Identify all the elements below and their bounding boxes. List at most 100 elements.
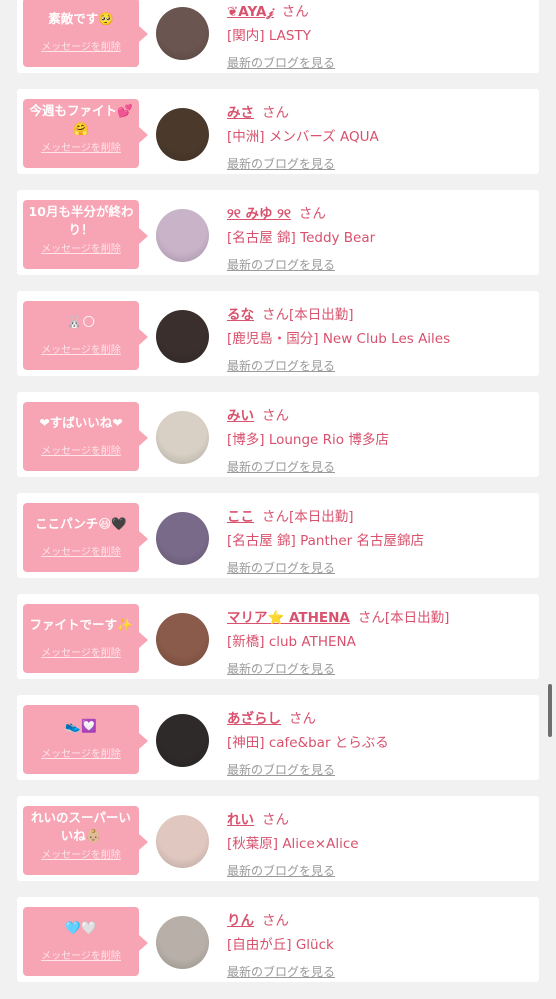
shop-name: [博多] Lounge Rio 博多店: [227, 432, 389, 448]
message-card: 👟💟 メッセージを削除 あざらし さん [神田] cafe&bar とらぶる最新のブログ…: [17, 695, 539, 780]
honorific: さん: [262, 509, 289, 525]
avatar[interactable]: [156, 209, 209, 262]
delete-message-link[interactable]: メッセージを削除: [23, 745, 139, 760]
shop-name: [中洲] メンバーズ AQUA: [227, 129, 379, 145]
honorific: さん: [262, 913, 289, 929]
latest-blog-link[interactable]: 最新のブログを見る: [227, 963, 532, 980]
message-card: れいのスーパーいいね👶🏼 メッセージを削除 れい さん [秋葉原] Alice×Alic…: [17, 796, 539, 881]
work-status: [本日出勤]: [289, 509, 354, 525]
message-text: 10月も半分が終わり！: [28, 203, 134, 237]
message-card: ❤すばいいね❤ メッセージを削除 みい さん [博多] Lounge Rio 博多店最新…: [17, 392, 539, 477]
message-bubble: ❤すばいいね❤ メッセージを削除: [23, 402, 148, 471]
latest-blog-link[interactable]: 最新のブログを見る: [227, 155, 532, 172]
message-bubble: ファイトでーす✨ メッセージを削除: [23, 604, 148, 673]
profile-name-link[interactable]: ୨୧ みゆ ୨୧: [227, 206, 291, 222]
work-status: [本日出勤]: [289, 307, 354, 323]
shop-name: [鹿児島・国分] New Club Les Ailes: [227, 331, 451, 347]
profile-info: あざらし さん [神田] cafe&bar とらぶる最新のブログを見る: [227, 707, 532, 778]
message-text: ❤すばいいね❤: [39, 414, 123, 430]
avatar[interactable]: [156, 411, 209, 464]
latest-blog-link[interactable]: 最新のブログを見る: [227, 54, 532, 71]
profile-name-link[interactable]: りん: [227, 913, 254, 929]
profile-info: みさ さん [中洲] メンバーズ AQUA 最新のブログを見る: [227, 101, 532, 172]
message-list: 素敵です🥺 メッセージを削除 ❦AYA𝒿 さん [関内] LASTY 最新のブログを見る今…: [0, 0, 556, 998]
latest-blog-link[interactable]: 最新のブログを見る: [227, 862, 532, 879]
message-text: 👟💟: [65, 717, 97, 733]
message-text: ここパンチ😆🖤: [35, 515, 127, 531]
message-bubble: 10月も半分が終わり！ メッセージを削除: [23, 200, 148, 269]
message-bubble: 🐰🌕 メッセージを削除: [23, 301, 148, 370]
latest-blog-link[interactable]: 最新のブログを見る: [227, 660, 532, 677]
delete-message-link[interactable]: メッセージを削除: [23, 38, 139, 53]
honorific: さん: [262, 307, 289, 323]
profile-name-link[interactable]: ここ: [227, 509, 254, 525]
profile-name-link[interactable]: みい: [227, 408, 254, 424]
profile-info: れい さん [秋葉原] Alice×Alice 最新のブログを見る: [227, 808, 532, 879]
avatar[interactable]: [156, 815, 209, 868]
work-status: [本日出勤]: [384, 610, 450, 626]
profile-info: ❦AYA𝒿 さん [関内] LASTY 最新のブログを見る: [227, 0, 532, 71]
profile-info: るな さん[本日出勤] [鹿児島・国分] New Club Les Ailes 最新の…: [227, 303, 532, 374]
message-card: 今週もファイト💕🤗 メッセージを削除 みさ さん [中洲] メンバーズ AQUA 最新のブ…: [17, 89, 539, 174]
message-card: ファイトでーす✨ メッセージを削除 マリア⭐️ ATHENA さん[本日出勤] [新橋]…: [17, 594, 539, 679]
message-bubble: 素敵です🥺 メッセージを削除: [23, 0, 148, 67]
avatar[interactable]: [156, 916, 209, 969]
delete-message-link[interactable]: メッセージを削除: [23, 341, 139, 356]
message-text: 素敵です🥺: [48, 10, 114, 26]
scrollbar[interactable]: [548, 684, 552, 737]
message-card: 🩵🤍 メッセージを削除 りん さん [自由が丘] Glück 最新のブログを見る: [17, 897, 539, 982]
delete-message-link[interactable]: メッセージを削除: [23, 947, 139, 962]
honorific: さん: [262, 812, 289, 828]
profile-info: ୨୧ みゆ ୨୧ さん [名古屋 錦] Teddy Bear 最新のブログを見る: [227, 202, 532, 273]
shop-name: [名古屋 錦] Panther 名古屋錦店: [227, 533, 424, 549]
latest-blog-link[interactable]: 最新のブログを見る: [227, 761, 532, 778]
message-card: 🐰🌕 メッセージを削除 るな さん[本日出勤] [鹿児島・国分] New Club Le…: [17, 291, 539, 376]
avatar[interactable]: [156, 310, 209, 363]
message-card: ここパンチ😆🖤 メッセージを削除 ここ さん[本日出勤] [名古屋 錦] Panther…: [17, 493, 539, 578]
profile-name-link[interactable]: あざらし: [227, 711, 281, 727]
honorific: さん: [289, 711, 316, 727]
latest-blog-link[interactable]: 最新のブログを見る: [227, 458, 532, 475]
profile-info: マリア⭐️ ATHENA さん[本日出勤] [新橋] club ATHENA 最新のブ…: [227, 606, 532, 677]
delete-message-link[interactable]: メッセージを削除: [23, 442, 139, 457]
shop-name: [神田] cafe&bar とらぶる: [227, 735, 389, 751]
shop-name: [秋葉原] Alice×Alice: [227, 836, 359, 852]
profile-name-link[interactable]: マリア⭐️ ATHENA: [227, 610, 350, 626]
avatar[interactable]: [156, 512, 209, 565]
avatar[interactable]: [156, 108, 209, 161]
shop-name: [新橋] club ATHENA: [227, 634, 356, 650]
shop-name: [自由が丘] Glück: [227, 937, 334, 953]
latest-blog-link[interactable]: 最新のブログを見る: [227, 357, 532, 374]
message-bubble: ここパンチ😆🖤 メッセージを削除: [23, 503, 148, 572]
honorific: さん: [262, 105, 289, 121]
latest-blog-link[interactable]: 最新のブログを見る: [227, 256, 532, 273]
message-text: 今週もファイト💕🤗: [29, 102, 133, 136]
profile-name-link[interactable]: ❦AYA𝒿: [227, 4, 274, 20]
delete-message-link[interactable]: メッセージを削除: [23, 139, 139, 154]
profile-name-link[interactable]: るな: [227, 307, 254, 323]
avatar[interactable]: [156, 7, 209, 60]
avatar[interactable]: [156, 714, 209, 767]
profile-info: みい さん [博多] Lounge Rio 博多店最新のブログを見る: [227, 404, 532, 475]
message-text: 🐰🌕: [66, 313, 96, 329]
message-bubble: 今週もファイト💕🤗 メッセージを削除: [23, 99, 148, 168]
message-card: 素敵です🥺 メッセージを削除 ❦AYA𝒿 さん [関内] LASTY 最新のブログを見る: [17, 0, 539, 73]
honorific: さん: [262, 408, 289, 424]
profile-name-link[interactable]: みさ: [227, 105, 254, 121]
delete-message-link[interactable]: メッセージを削除: [23, 543, 139, 558]
delete-message-link[interactable]: メッセージを削除: [23, 846, 139, 861]
message-bubble: 🩵🤍 メッセージを削除: [23, 907, 148, 976]
profile-name-link[interactable]: れい: [227, 812, 254, 828]
latest-blog-link[interactable]: 最新のブログを見る: [227, 559, 532, 576]
avatar[interactable]: [156, 613, 209, 666]
delete-message-link[interactable]: メッセージを削除: [23, 240, 139, 255]
message-bubble: 👟💟 メッセージを削除: [23, 705, 148, 774]
shop-name: [名古屋 錦] Teddy Bear: [227, 230, 376, 246]
message-text: ファイトでーす✨: [29, 616, 133, 632]
honorific: さん: [357, 610, 385, 626]
message-text: 🩵🤍: [65, 919, 97, 935]
message-bubble: れいのスーパーいいね👶🏼 メッセージを削除: [23, 806, 148, 875]
delete-message-link[interactable]: メッセージを削除: [23, 644, 139, 659]
message-card: 10月も半分が終わり！ メッセージを削除 ୨୧ みゆ ୨୧ さん [名古屋 錦] Ted…: [17, 190, 539, 275]
shop-name: [関内] LASTY: [227, 28, 311, 44]
